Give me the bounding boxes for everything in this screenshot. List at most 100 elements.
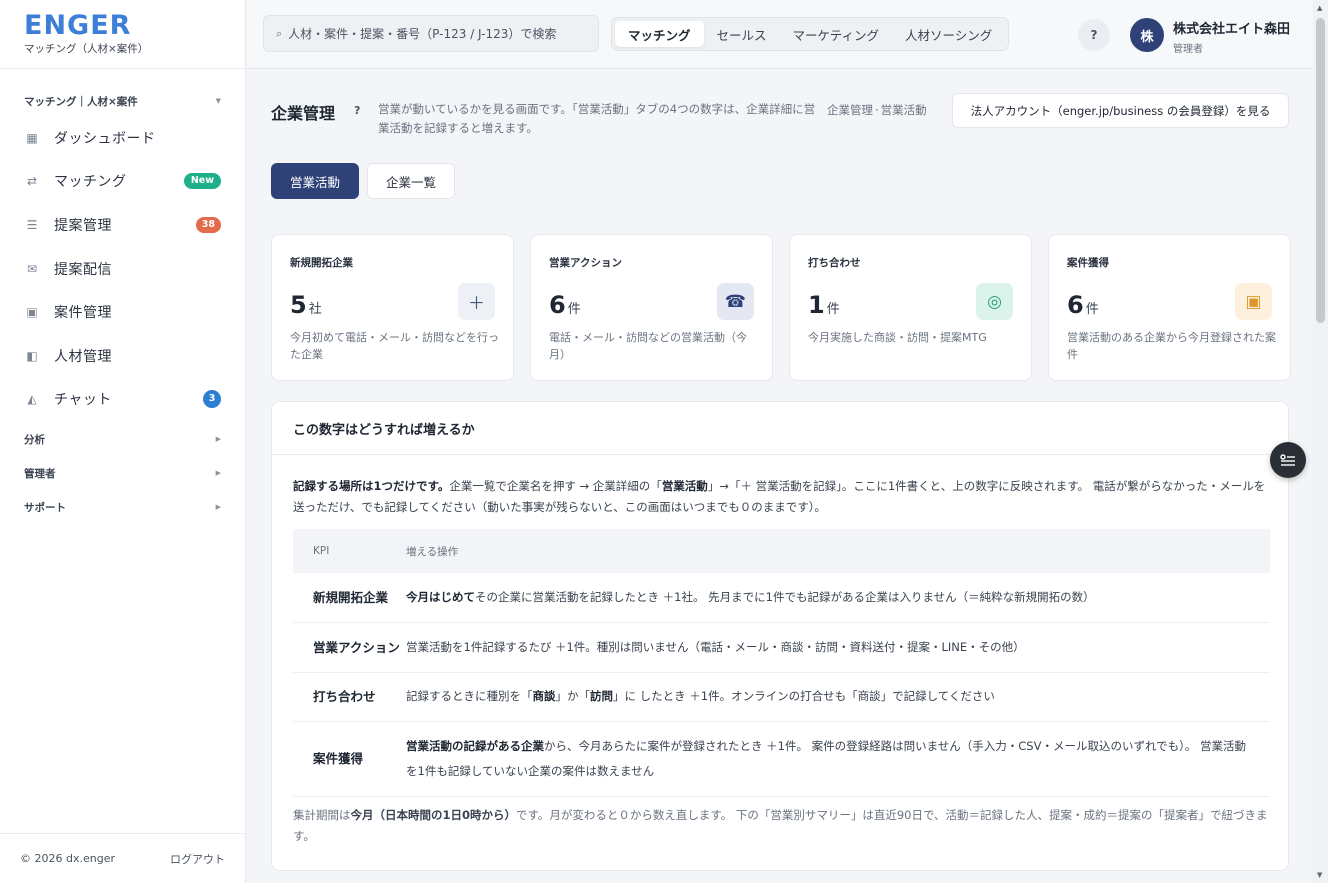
breadcrumb-item[interactable]: 企業管理 [827, 103, 873, 117]
corporate-account-button[interactable]: 法人アカウント（enger.jp/business の会員登録）を見る [952, 93, 1289, 128]
page-help-button[interactable]: ? [354, 104, 360, 117]
account-menu[interactable]: 株式会社エイト森田 管理者 [1173, 18, 1290, 55]
avatar[interactable]: 株 [1130, 18, 1164, 52]
logout-link[interactable]: ログアウト [170, 851, 225, 867]
rule-text: その企業に営業活動を記録したとき ＋1社。 先月までに1件でも記録がある企業は入… [475, 589, 1095, 604]
column-header: 増える操作 [406, 529, 1270, 573]
sidebar-item-label: 案件管理 [54, 305, 112, 322]
sidebar-item-talent[interactable]: ◧ 人材管理 [0, 334, 245, 378]
sidebar-section-label: 分析 [24, 433, 45, 446]
copyright: © 2026 dx.enger [20, 852, 115, 865]
kpi-unit: 件 [1085, 302, 1099, 317]
sidebar-item-label: マッチング [54, 174, 127, 191]
user-role: 管理者 [1173, 44, 1203, 55]
kpi-note: 今月実施した商談・訪問・提案MTG [808, 331, 987, 344]
mail-icon: ✉ [26, 261, 38, 276]
chat-icon: ◭ [27, 392, 37, 407]
panel-footnote: 集計期間は今月（日本時間の1日0時から）です。月が変わると０から数え直します。 … [293, 805, 1268, 847]
swap-icon: ⇄ [26, 174, 38, 189]
kpi-name: 新規開拓企業 [293, 573, 406, 623]
table-row: 打ち合わせ 記録するときに種別を「商談」か「訪問」に したとき ＋1件。オンライ… [293, 672, 1270, 722]
sidebar-item-jobs[interactable]: ▣ 案件管理 [0, 290, 245, 334]
column-header: KPI [293, 529, 406, 573]
table-header-row: KPI 増える操作 [293, 529, 1270, 573]
table-row: 新規開拓企業 今月はじめてその企業に営業活動を記録したとき ＋1社。 先月までに… [293, 573, 1270, 623]
lead-bold: 営業活動 [661, 479, 708, 493]
caret-right-icon: ▶ [215, 469, 221, 478]
topbar: ⌕ 人材・案件・提案・番号（P-123 / J-123）で検索 マッチング セー… [247, 0, 1313, 69]
panel-lead-text: 記録する場所は1つだけです。企業一覧で企業名を押す → 企業詳細の「営業活動」→… [293, 476, 1268, 518]
sidebar-item-delivery[interactable]: ✉ 提案配信 [0, 247, 245, 291]
kpi-value: 6件 [1067, 291, 1099, 319]
rule-bold: 営業活動の記録がある企業 [406, 738, 544, 753]
breadcrumb-separator: · [875, 103, 879, 117]
mode-tab-marketing[interactable]: マーケティング [780, 21, 893, 47]
kpi-name: 案件獲得 [293, 721, 406, 797]
sidebar-item-label: 提案管理 [54, 217, 112, 234]
caret-right-icon: ▶ [215, 503, 221, 512]
kpi-name: 打ち合わせ [293, 672, 406, 722]
kpi-card-meetings[interactable]: 打ち合わせ 1件 ◎ 今月実施した商談・訪問・提案MTG [789, 234, 1032, 381]
scroll-down-icon[interactable]: ▼ [1317, 871, 1322, 879]
floating-menu-button[interactable] [1270, 442, 1306, 478]
kpi-card-new-companies[interactable]: 新規開拓企業 5社 ＋ 今月初めて電話・メール・訪問などを行った企業 [271, 234, 514, 381]
sidebar-section-analytics[interactable]: 分析 ▶ [0, 427, 245, 451]
kpi-rule: 営業活動を1件記録するたび ＋1件。種別は問いません（電話・メール・商談・訪問・… [406, 622, 1270, 673]
sidebar: ENGER マッチング（人材×案件） マッチング｜人材×案件 ▼ ▦ ダッシュボ… [0, 0, 246, 883]
page-title: 企業管理 [271, 104, 336, 123]
kpi-value: 5社 [290, 291, 322, 319]
foot-text: 集計期間は [293, 808, 351, 822]
sidebar-item-dashboard[interactable]: ▦ ダッシュボード [0, 116, 245, 160]
sidebar-section-admin[interactable]: 管理者 ▶ [0, 461, 245, 485]
search-input[interactable]: ⌕ 人材・案件・提案・番号（P-123 / J-123）で検索 [263, 15, 599, 52]
table-row: 営業アクション 営業活動を1件記録するたび ＋1件。種別は問いません（電話・メー… [293, 622, 1270, 673]
kpi-label: 打ち合わせ [808, 257, 861, 269]
box-icon: ▣ [26, 305, 38, 320]
count-badge: 38 [195, 216, 221, 233]
company-name: 株式会社エイト森田 [1173, 22, 1291, 37]
kpi-card-sales-actions[interactable]: 営業アクション 6件 ☎ 電話・メール・訪問などの営業活動（今月） [530, 234, 773, 381]
enger-logo[interactable]: ENGER [24, 12, 245, 40]
sidebar-footer: © 2026 dx.enger ログアウト [0, 833, 245, 883]
rule-bold: 商談 [532, 689, 556, 703]
mode-tab-sales[interactable]: セールス [704, 21, 780, 47]
sidebar-group-matching[interactable]: マッチング｜人材×案件 ▼ [0, 91, 245, 111]
rule-bold: 訪問 [590, 689, 613, 703]
kpi-label: 新規開拓企業 [290, 257, 353, 269]
rule-text: 」か「 [555, 689, 591, 703]
target-icon: ◎ [976, 283, 1013, 320]
rule-text: 記録するときに種別を「 [406, 689, 533, 703]
kpi-number: 6 [549, 291, 566, 319]
lead-text: 企業一覧で企業名を押す → 企業詳細の「 [449, 479, 662, 493]
page-scrollbar[interactable]: ▲ ▼ [1313, 0, 1328, 883]
kpi-unit: 件 [567, 302, 581, 317]
kpi-table: KPI 増える操作 新規開拓企業 今月はじめてその企業に営業活動を記録したとき … [293, 529, 1270, 797]
sidebar-section-label: 管理者 [24, 467, 56, 480]
mode-tab-sourcing[interactable]: 人材ソーシング [892, 21, 1005, 47]
kpi-value: 6件 [549, 291, 581, 319]
kpi-card-jobs-won[interactable]: 案件獲得 6件 ▣ 営業活動のある企業から今月登録された案件 [1048, 234, 1291, 381]
kpi-explanation-panel: この数字はどうすれば増えるか 記録する場所は1つだけです。企業一覧で企業名を押す… [271, 401, 1289, 871]
new-badge: New [183, 173, 221, 190]
scrollbar-thumb[interactable] [1316, 18, 1325, 323]
help-button[interactable]: ? [1078, 19, 1110, 51]
logo-area[interactable]: ENGER マッチング（人材×案件） [0, 0, 245, 69]
kpi-label: 営業アクション [549, 257, 622, 269]
main-content: 企業管理 ? 営業が動いているかを見る画面です。「営業活動」タブの4つの数字は、… [247, 70, 1313, 883]
sidebar-item-matching[interactable]: ⇄ マッチング New [0, 160, 245, 204]
sidebar-item-chat[interactable]: ◭ チャット 3 [0, 378, 245, 422]
grid-icon: ▦ [26, 130, 38, 145]
tab-sales-activity[interactable]: 営業活動 [271, 163, 360, 199]
sidebar-group-label: マッチング｜人材×案件 [24, 95, 138, 108]
page-tabs: 営業活動 企業一覧 [271, 163, 456, 199]
sidebar-section-support[interactable]: サポート ▶ [0, 495, 245, 519]
tab-company-list[interactable]: 企業一覧 [367, 163, 456, 199]
logo-subtitle: マッチング（人材×案件） [24, 43, 149, 55]
scroll-up-icon[interactable]: ▲ [1317, 4, 1322, 12]
kpi-note: 営業活動のある企業から今月登録された案件 [1067, 331, 1276, 361]
sidebar-item-proposals[interactable]: ☰ 提案管理 38 [0, 203, 245, 247]
mode-tab-matching[interactable]: マッチング [615, 21, 704, 47]
kpi-number: 6 [1067, 291, 1084, 319]
kpi-unit: 社 [308, 302, 322, 317]
sidebar-item-label: チャット [54, 392, 112, 409]
